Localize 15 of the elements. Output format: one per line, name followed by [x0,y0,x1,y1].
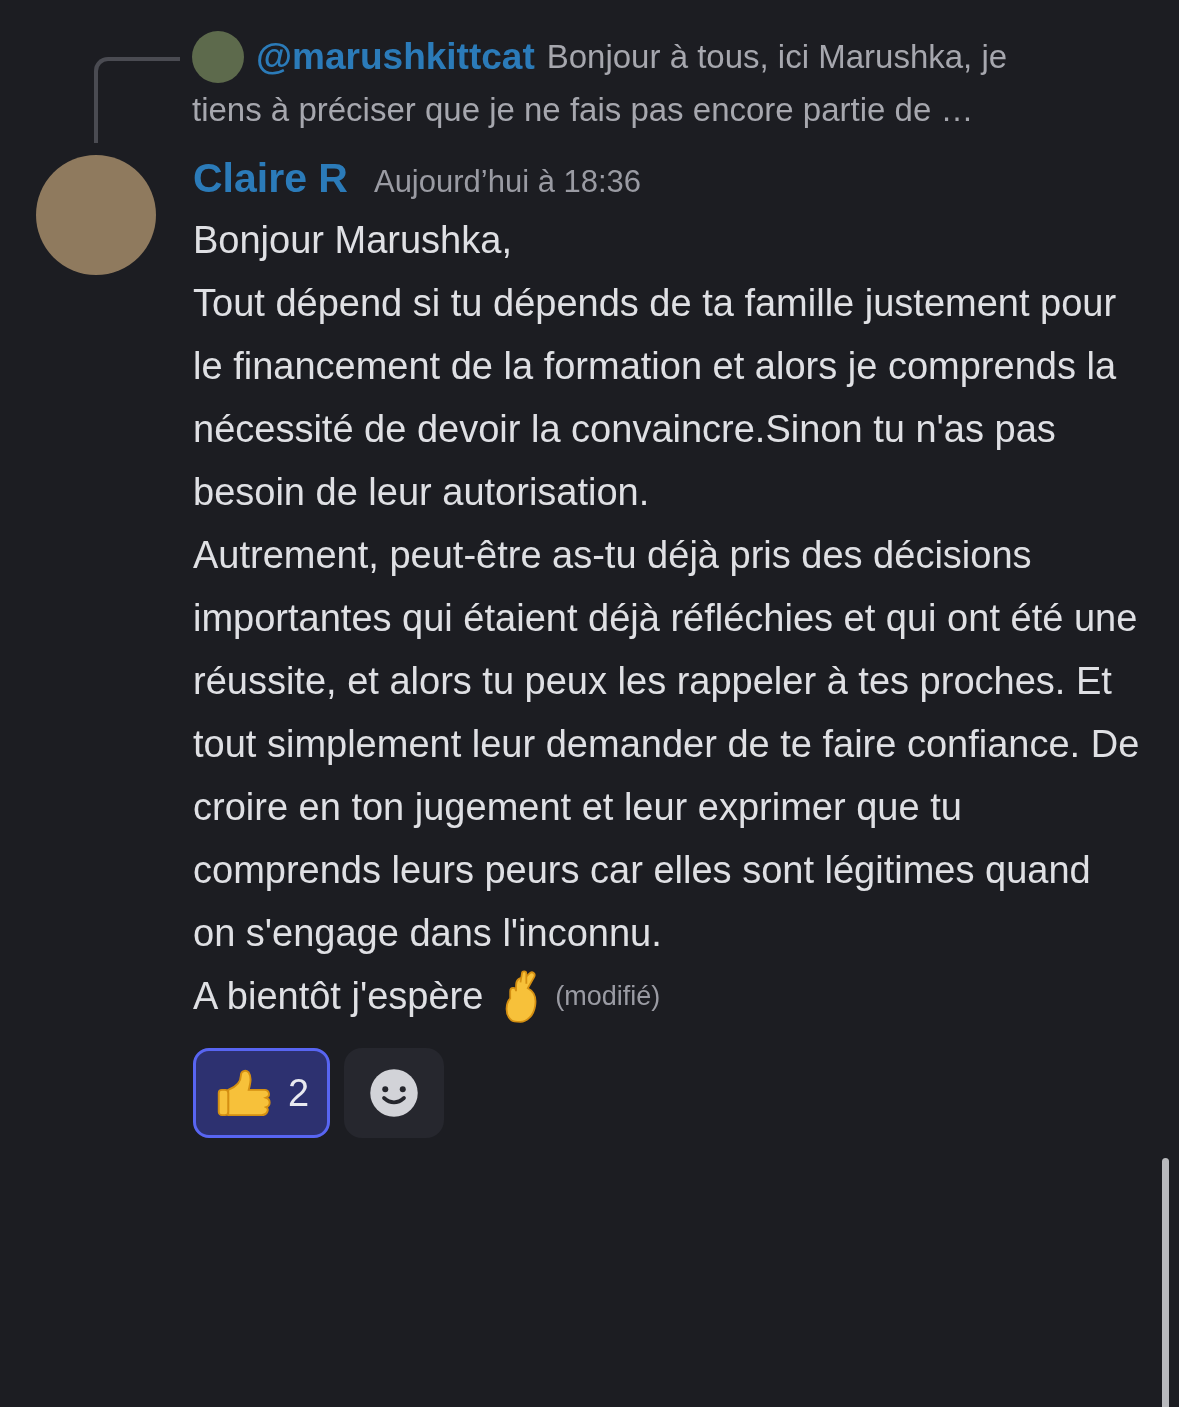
message-text: Bonjour Marushka, [193,218,513,263]
message-text: Autrement, peut-être as-tu déjà pris des décisions importantes qui étaient déjà réfléchies et qui ont été une réussite, et alors tu peux les rappeler à tes proches. Et tout simplement leur demander de te faire confiance. De croire en ton jugement et leur exprimer que tu comprends leurs peurs car elles sont légitimes quand on s'engage dans l'inconnu. [193,533,1141,956]
reply-username[interactable]: @marushkittcat [256,30,535,83]
reaction-button[interactable]: 2 [193,1048,331,1138]
edited-label: (modifié) [555,980,661,1013]
smiley-icon [369,1068,420,1118]
message-text: A bientôt j'espère [193,974,484,1019]
scrollbar-thumb[interactable] [1162,1158,1169,1407]
reply-message-preview: tiens à préciser que je ne fais pas encore partie de … [192,90,975,130]
message-text: Tout dépend si tu dépends de ta famille justement pour le financement de la formation et alors je comprends la nécessité de devoir la convaincre.Sinon tu n'as pas besoin de leur autorisation. [193,281,1118,515]
avatar-photo-placeholder [192,30,244,83]
reply-message-preview: Bonjour à tous, ici Marushka, je [546,37,1008,77]
add-reaction-button[interactable] [344,1048,445,1138]
author-name[interactable]: Claire R [193,147,348,210]
timestamp: Aujourd’hui à 18:36 [373,163,642,201]
